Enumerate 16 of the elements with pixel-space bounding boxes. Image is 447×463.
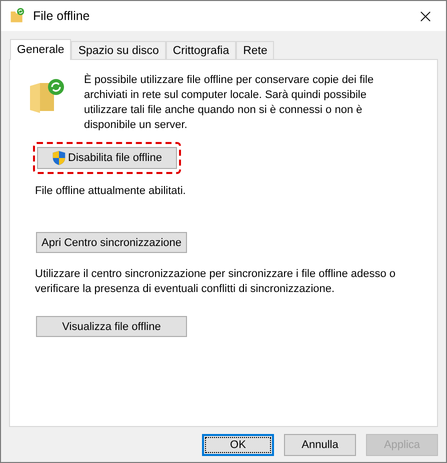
folder-sync-icon: [9, 8, 25, 24]
description-text: È possibile utilizzare file offline per conservare copie dei file archiviati in rete sul computer locale. Sarà quindi possibile utilizzare tali file anche quando non si è connessi o non è disponibile un server.: [84, 73, 375, 133]
status-text: File offline attualmente abilitati.: [35, 185, 186, 197]
tab[interactable]: Spazio su disco: [71, 41, 166, 59]
view-offline-files-button[interactable]: Visualizza file offline: [36, 316, 187, 337]
dialog-button[interactable]: Annulla: [284, 434, 356, 456]
tab[interactable]: Crittografia: [166, 41, 236, 59]
tab[interactable]: Generale: [10, 39, 72, 60]
close-icon[interactable]: [420, 10, 431, 22]
sync-center-button[interactable]: Apri Centro sincronizzazione: [36, 232, 187, 253]
description-text: Utilizzare il centro sincronizzazione per sincronizzare i file offline adesso o verificare la presenza di eventuali conflitti di sincronizzazione.: [35, 267, 397, 297]
dialog-button[interactable]: OK: [202, 434, 274, 456]
window-title: File offline: [33, 9, 90, 23]
shield-icon: [52, 150, 66, 166]
disable-offline-files-button[interactable]: Disabilita file offline: [37, 147, 177, 169]
tab[interactable]: Rete: [236, 41, 274, 59]
